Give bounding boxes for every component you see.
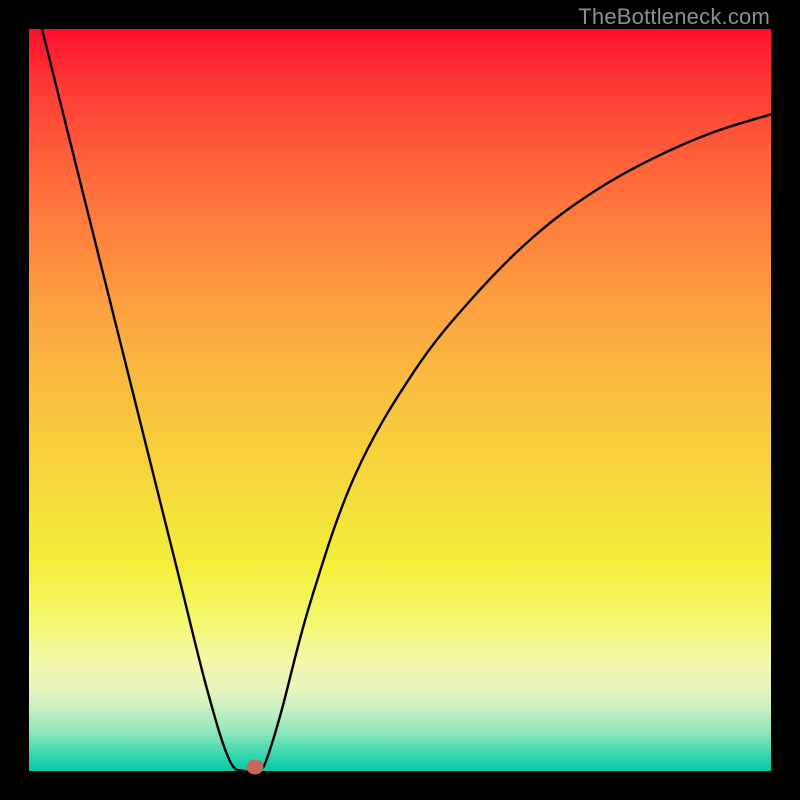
watermark-text: TheBottleneck.com [578,4,770,30]
chart-container: TheBottleneck.com [0,0,800,800]
optimum-marker [247,760,264,775]
bottleneck-curve [29,29,771,771]
